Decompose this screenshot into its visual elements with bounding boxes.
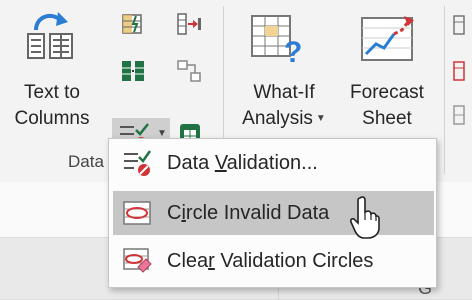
forecast-sheet-icon — [358, 10, 416, 71]
text-to-columns-icon — [22, 8, 80, 67]
what-if-analysis-button[interactable]: What-If Analysis ▼ — [232, 80, 336, 132]
group-separator — [444, 6, 445, 174]
forecast-label-2: Sheet — [362, 108, 412, 129]
ungroup-icon[interactable] — [452, 60, 466, 87]
menu-item-clear-validation-circles[interactable]: Clear Validation Circles — [113, 239, 434, 283]
menu-item-label: Clear Validation Circles — [167, 249, 374, 272]
clear-validation-circles-icon — [117, 239, 157, 283]
mouse-pointer-icon — [349, 196, 380, 245]
menu-item-label: Data Validation... — [167, 151, 318, 174]
data-validation-icon — [117, 141, 157, 185]
remove-duplicates-icon[interactable] — [120, 58, 146, 89]
chevron-down-icon: ▼ — [315, 113, 326, 124]
what-if-analysis-icon: ? — [248, 10, 304, 71]
menu-item-data-validation[interactable]: Data Validation... — [113, 141, 434, 185]
flash-fill-icon[interactable] — [120, 12, 144, 41]
forecast-label-1: Forecast — [350, 82, 424, 103]
text-to-columns-button[interactable]: Text to Columns — [0, 80, 104, 132]
menu-item-circle-invalid-data[interactable]: Circle Invalid Data — [113, 191, 434, 235]
data-tools-group-label: Data — [68, 152, 104, 171]
menu-item-label: Circle Invalid Data — [167, 201, 330, 224]
relationships-icon[interactable] — [176, 58, 202, 89]
data-validation-menu: Data Validation... Circle Invalid Data C… — [108, 138, 437, 288]
subtotal-icon[interactable] — [452, 104, 466, 131]
circle-invalid-data-icon — [117, 191, 157, 235]
svg-text:?: ? — [284, 36, 302, 66]
group-icon[interactable] — [452, 14, 466, 41]
text-to-columns-label-2: Columns — [14, 108, 90, 129]
text-to-columns-label-1: Text to — [24, 82, 80, 103]
what-if-label-2: Analysis ▼ — [242, 108, 326, 130]
what-if-label-1: What-If — [253, 82, 315, 103]
forecast-sheet-button[interactable]: Forecast Sheet — [336, 80, 438, 132]
consolidate-icon[interactable] — [176, 12, 202, 41]
